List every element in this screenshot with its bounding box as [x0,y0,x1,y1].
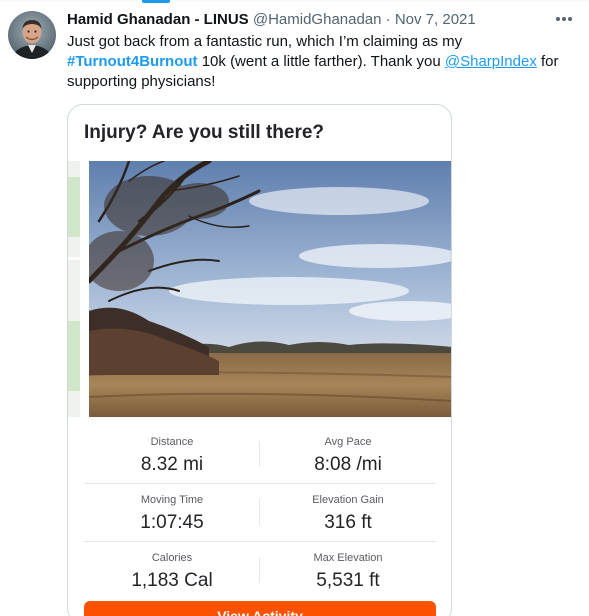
stat-value: 8:08 /mi [314,454,382,475]
hashtag-link[interactable]: #Turnout4Burnout [67,53,198,70]
stat-label: Calories [151,552,193,564]
card-title: Injury? Are you still there? [84,122,325,143]
stat-calories: Calories 1,183 Cal [84,541,260,593]
stats-row: Calories 1,183 Cal Max Elevation 5,531 f… [84,541,436,599]
tweet-text-part: 10k (went a little farther). Thank you [197,53,445,70]
separator-dot: · [385,11,391,28]
avatar[interactable] [8,11,56,59]
activity-card[interactable]: Injury? Are you still there? Distance 8.… [67,104,452,616]
view-activity-button[interactable]: View Activity [84,601,436,616]
avatar-image [8,11,56,59]
author-handle[interactable]: @HamidGhanadan [253,11,382,28]
top-highlight [142,0,170,3]
stat-moving-time: Moving Time 1:07:45 [84,483,260,535]
tweet-text: Just got back from a fantastic run, whic… [67,32,572,92]
stat-value: 316 ft [324,512,372,533]
more-horizontal-icon[interactable] [550,8,578,30]
stat-distance: Distance 8.32 mi [84,425,260,477]
tweet-text-part: Just got back from a fantastic run, whic… [67,33,463,50]
stat-label: Moving Time [140,494,204,506]
stat-value: 8.32 mi [140,454,204,475]
stat-elevation-gain: Elevation Gain 316 ft [260,483,436,535]
mention-link[interactable]: @SharpIndex [445,53,537,70]
stat-label: Max Elevation [313,552,383,564]
tweet-header: Hamid Ghanadan - LINUS @HamidGhanadan · … [67,10,476,30]
stats-row: Distance 8.32 mi Avg Pace 8:08 /mi [84,425,436,483]
stats-row: Moving Time 1:07:45 Elevation Gain 316 f… [84,483,436,541]
stat-label: Distance [150,436,194,448]
map-preview [68,161,80,417]
tweet-date[interactable]: Nov 7, 2021 [395,11,476,28]
top-divider [0,0,589,2]
stat-max-elevation: Max Elevation 5,531 ft [260,541,436,593]
stat-value: 5,531 ft [316,570,380,591]
activity-photo [89,161,451,417]
stat-label: Avg Pace [324,436,372,448]
stat-value: 1,183 Cal [131,570,213,591]
stat-label: Elevation Gain [312,494,384,506]
author-name[interactable]: Hamid Ghanadan - LINUS [67,11,249,28]
stat-value: 1:07:45 [140,512,204,533]
stat-avg-pace: Avg Pace 8:08 /mi [260,425,436,477]
